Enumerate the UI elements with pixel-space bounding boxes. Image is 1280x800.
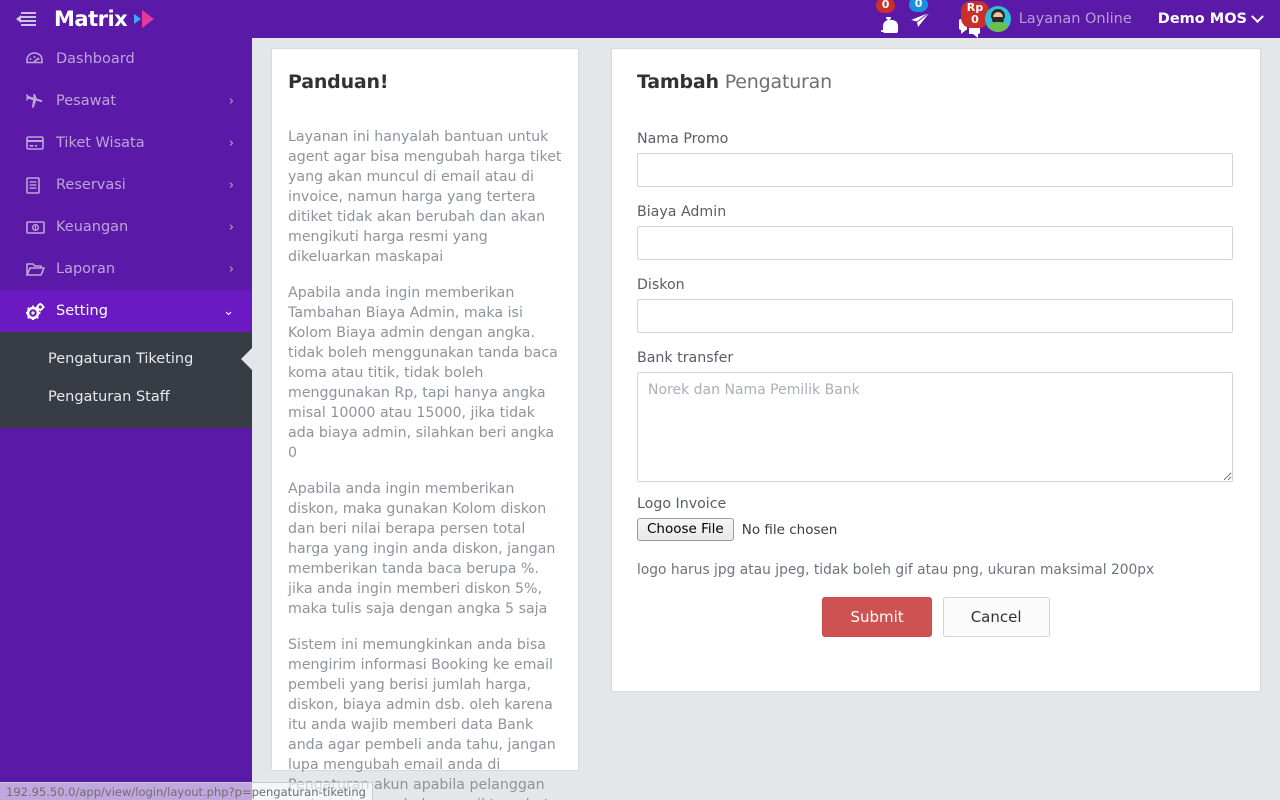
logo-invoice-label: Logo Invoice [637,496,727,512]
dashboard-gauge-icon [26,51,52,67]
sidebar-item-keuangan[interactable]: Keuangan › [0,206,252,248]
messages-button[interactable]: 0 [895,0,945,38]
service-status[interactable]: Layanan Online [973,6,1140,32]
sidebar-subitem-label: Pengaturan Staff [48,389,170,405]
choose-file-button[interactable]: Choose File [637,518,734,541]
bank-transfer-textarea[interactable] [637,372,1233,482]
sidebar-item-caret: ⌄ [223,303,234,319]
panduan-paragraph: Sistem ini memungkinkan anda bisa mengir… [288,637,556,800]
app-root: Matrix 0 0 Rp 0 Layanan Online Demo MOS … [0,0,1280,800]
menu-toggle-button[interactable] [0,0,52,38]
folder-icon [26,262,52,277]
brand-triangle-small-icon [134,14,142,24]
file-chosen-status: No file chosen [741,521,838,538]
sidebar-item-caret: › [228,219,234,235]
hamburger-indent-icon [16,12,36,26]
main-content: Panduan! Layanan ini hanyalah bantuan un… [252,38,1280,800]
ticket-card-icon [26,136,52,150]
sidebar-item-dashboard[interactable]: Dashboard [0,38,252,80]
form-actions: Submit Cancel [637,597,1235,637]
sidebar-item-caret: › [228,135,234,151]
gears-icon [26,302,52,320]
biaya-admin-label: Biaya Admin [637,204,727,220]
diskon-label: Diskon [637,277,685,293]
panduan-card: Panduan! Layanan ini hanyalah bantuan un… [271,48,579,800]
user-menu-button[interactable]: Demo MOS [1140,9,1268,27]
bank-transfer-label: Bank transfer [637,350,734,366]
nama-promo-label: Nama Promo [637,131,729,147]
pengaturan-form-card: Tambah Pengaturan Nama Promo Biaya Admin… [611,48,1261,692]
sidebar-item-label: Dashboard [56,51,135,67]
sidebar-item-caret: › [228,177,234,193]
top-header: Matrix 0 0 Rp 0 Layanan Online Demo MOS [0,0,1280,38]
sidebar-item-label: Pesawat [56,93,117,109]
brand-triangle-large-icon [142,10,155,28]
sidebar-subitem-pengaturan-tiketing[interactable]: Pengaturan Tiketing [0,340,252,378]
sidebar-subitem-pengaturan-staff[interactable]: Pengaturan Staff [0,378,252,416]
brand-logo[interactable]: Matrix [54,7,155,31]
notifications-bell-button[interactable]: 0 [867,0,896,38]
biaya-admin-input[interactable] [637,226,1233,260]
panduan-paragraph: Apabila anda ingin memberikan diskon, ma… [288,481,556,617]
sidebar-item-setting[interactable]: Setting ⌄ [0,290,252,332]
plane-icon [26,93,52,109]
bell-badge: 0 [875,0,896,13]
money-bill-icon [26,220,52,234]
document-icon [26,176,52,194]
chat-button[interactable]: Rp 0 [945,0,990,38]
brand-name: Matrix [54,7,128,31]
user-avatar [984,6,1011,32]
header-actions: 0 0 Rp 0 Layanan Online Demo MOS [867,0,1280,38]
active-submenu-notch-icon [241,348,252,370]
chevron-down-icon [1251,9,1264,23]
sidebar: Dashboard Pesawat › Tiket Wisata › Reser… [0,38,252,800]
sidebar-item-tiket-wisata[interactable]: Tiket Wisata › [0,122,252,164]
sidebar-item-label: Setting [56,303,108,319]
cancel-button[interactable]: Cancel [942,597,1050,637]
sidebar-item-label: Keuangan [56,219,129,235]
sidebar-subitem-label: Pengaturan Tiketing [48,351,194,367]
sidebar-item-caret: › [228,261,234,277]
sidebar-submenu-setting: Pengaturan Tiketing Pengaturan Staff [0,332,252,428]
sidebar-item-pesawat[interactable]: Pesawat › [0,80,252,122]
browser-status-bar: 192.95.50.0/app/view/login/layout.php?p=… [0,782,373,800]
diskon-input[interactable] [637,299,1233,333]
user-name: Demo MOS [1157,11,1247,27]
panduan-paragraph: Apabila anda ingin memberikan Tambahan B… [288,285,558,461]
panduan-title: Panduan! [288,71,389,93]
sidebar-item-laporan[interactable]: Laporan › [0,248,252,290]
panduan-paragraph: Layanan ini hanyalah bantuan untuk agent… [288,129,562,265]
sidebar-item-reservasi[interactable]: Reservasi › [0,164,252,206]
sidebar-group-setting: Setting ⌄ Pengaturan Tiketing Pengaturan… [0,290,252,428]
form-title: Tambah Pengaturan [637,71,1235,93]
submit-button[interactable]: Submit [822,597,932,637]
form-title-rest: Pengaturan [718,71,832,93]
service-label: Layanan Online [1018,11,1132,27]
paper-plane-icon [908,11,931,28]
form-title-bold: Tambah [637,71,719,93]
logo-invoice-file-row: Choose File No file chosen [637,518,1235,541]
nama-promo-input[interactable] [637,153,1233,187]
logo-help-text: logo harus jpg atau jpeg, tidak boleh gi… [637,562,1155,578]
sidebar-item-caret: › [228,93,234,109]
sidebar-item-label: Laporan [56,261,116,277]
sidebar-item-label: Tiket Wisata [56,135,145,151]
status-url: 192.95.50.0/app/view/login/layout.php?p=… [6,784,366,799]
sidebar-item-label: Reservasi [56,177,126,193]
